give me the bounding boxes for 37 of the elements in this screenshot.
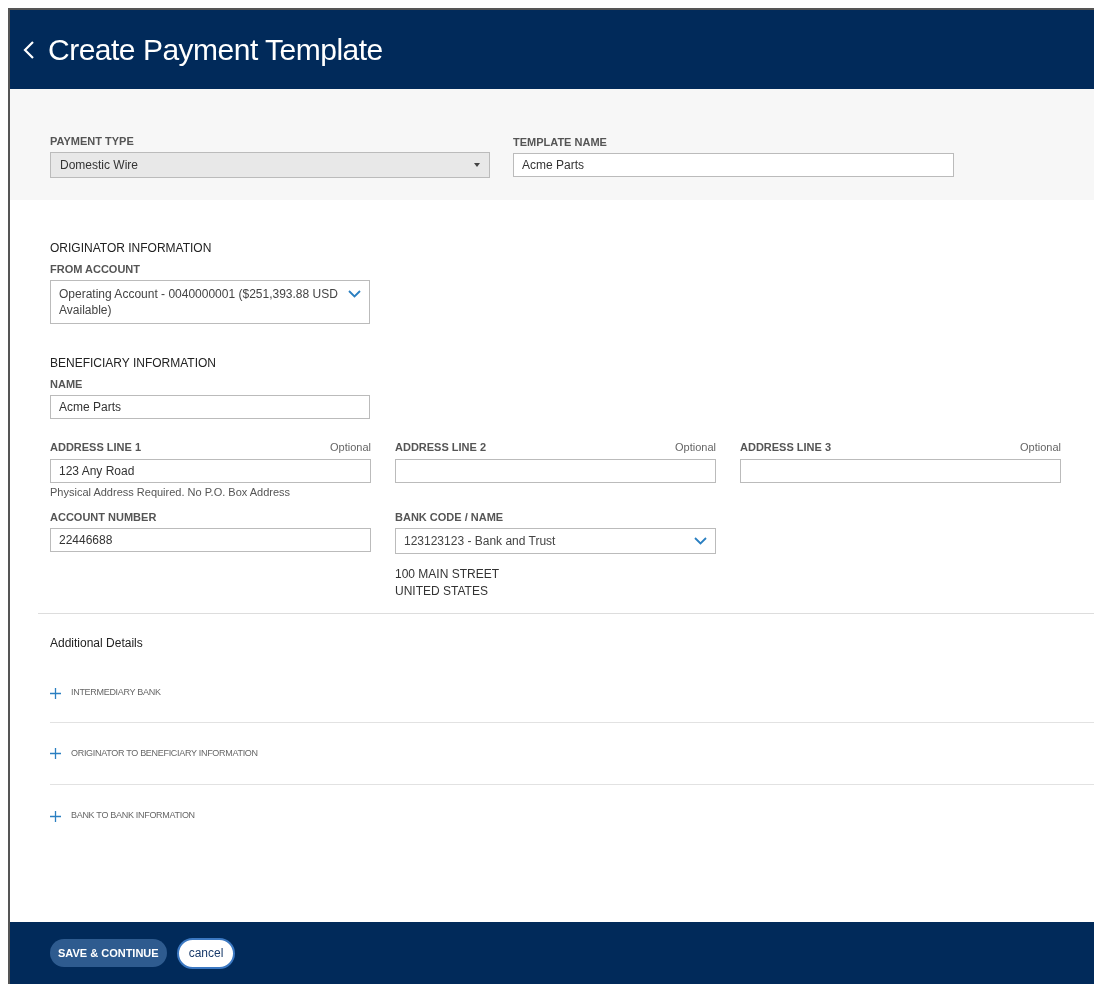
cancel-button[interactable]: cancel [176, 937, 236, 969]
caret-icon [474, 163, 480, 167]
name-field[interactable]: Acme Parts [50, 395, 370, 419]
account-number-field[interactable]: 22446688 [50, 528, 371, 552]
bank-select[interactable]: 123123123 - Bank and Trust [395, 528, 716, 554]
address-field[interactable] [395, 459, 716, 483]
optional-label: Optional [675, 441, 716, 454]
field-label: BANK CODE / NAME [395, 511, 505, 524]
field-label: ADDRESS LINE 1 [50, 441, 142, 454]
field-label: NAME [50, 378, 84, 391]
address-text: UNITED STATES [395, 583, 489, 600]
section-heading: Additional Details [50, 636, 144, 650]
field-label: FROM ACCOUNT [50, 263, 142, 276]
address-text: 100 MAIN STREET [395, 566, 501, 583]
section-heading: ORIGINATOR INFORMATION [50, 241, 213, 255]
chevron-down-icon [348, 290, 361, 298]
field-label: ADDRESS LINE 3 [740, 441, 832, 454]
template-name-field[interactable]: Acme Parts [513, 153, 954, 177]
field-label: ADDRESS LINE 2 [395, 441, 487, 454]
field-label: ACCOUNT NUMBER [50, 511, 158, 524]
expand-section-button[interactable]: INTERMEDIARY BANK [50, 686, 161, 700]
section-heading: BENEFICIARY INFORMATION [50, 356, 218, 370]
field-label: TEMPLATE NAME [513, 136, 608, 149]
field-label: PAYMENT TYPE [50, 135, 135, 148]
optional-label: Optional [1020, 441, 1061, 454]
page-title: Create Payment Template [48, 32, 383, 68]
optional-label: Optional [330, 441, 371, 454]
address-field[interactable]: 123 Any Road [50, 459, 371, 483]
expand-section-button[interactable]: BANK TO BANK INFORMATION [50, 809, 195, 823]
save-continue-button[interactable]: SAVE & CONTINUE [50, 939, 167, 967]
chevron-down-icon [694, 537, 707, 545]
back-icon[interactable] [22, 38, 36, 61]
account-select[interactable]: Operating Account - 0040000001 ($251,393.88 USD Available) [50, 280, 370, 324]
hint-text: Physical Address Required. No P.O. Box Address [50, 486, 292, 499]
payment-type-select[interactable]: Domestic Wire [50, 152, 490, 178]
address-field[interactable] [740, 459, 1061, 483]
expand-section-button[interactable]: ORIGINATOR TO BENEFICIARY INFORMATION [50, 746, 258, 761]
